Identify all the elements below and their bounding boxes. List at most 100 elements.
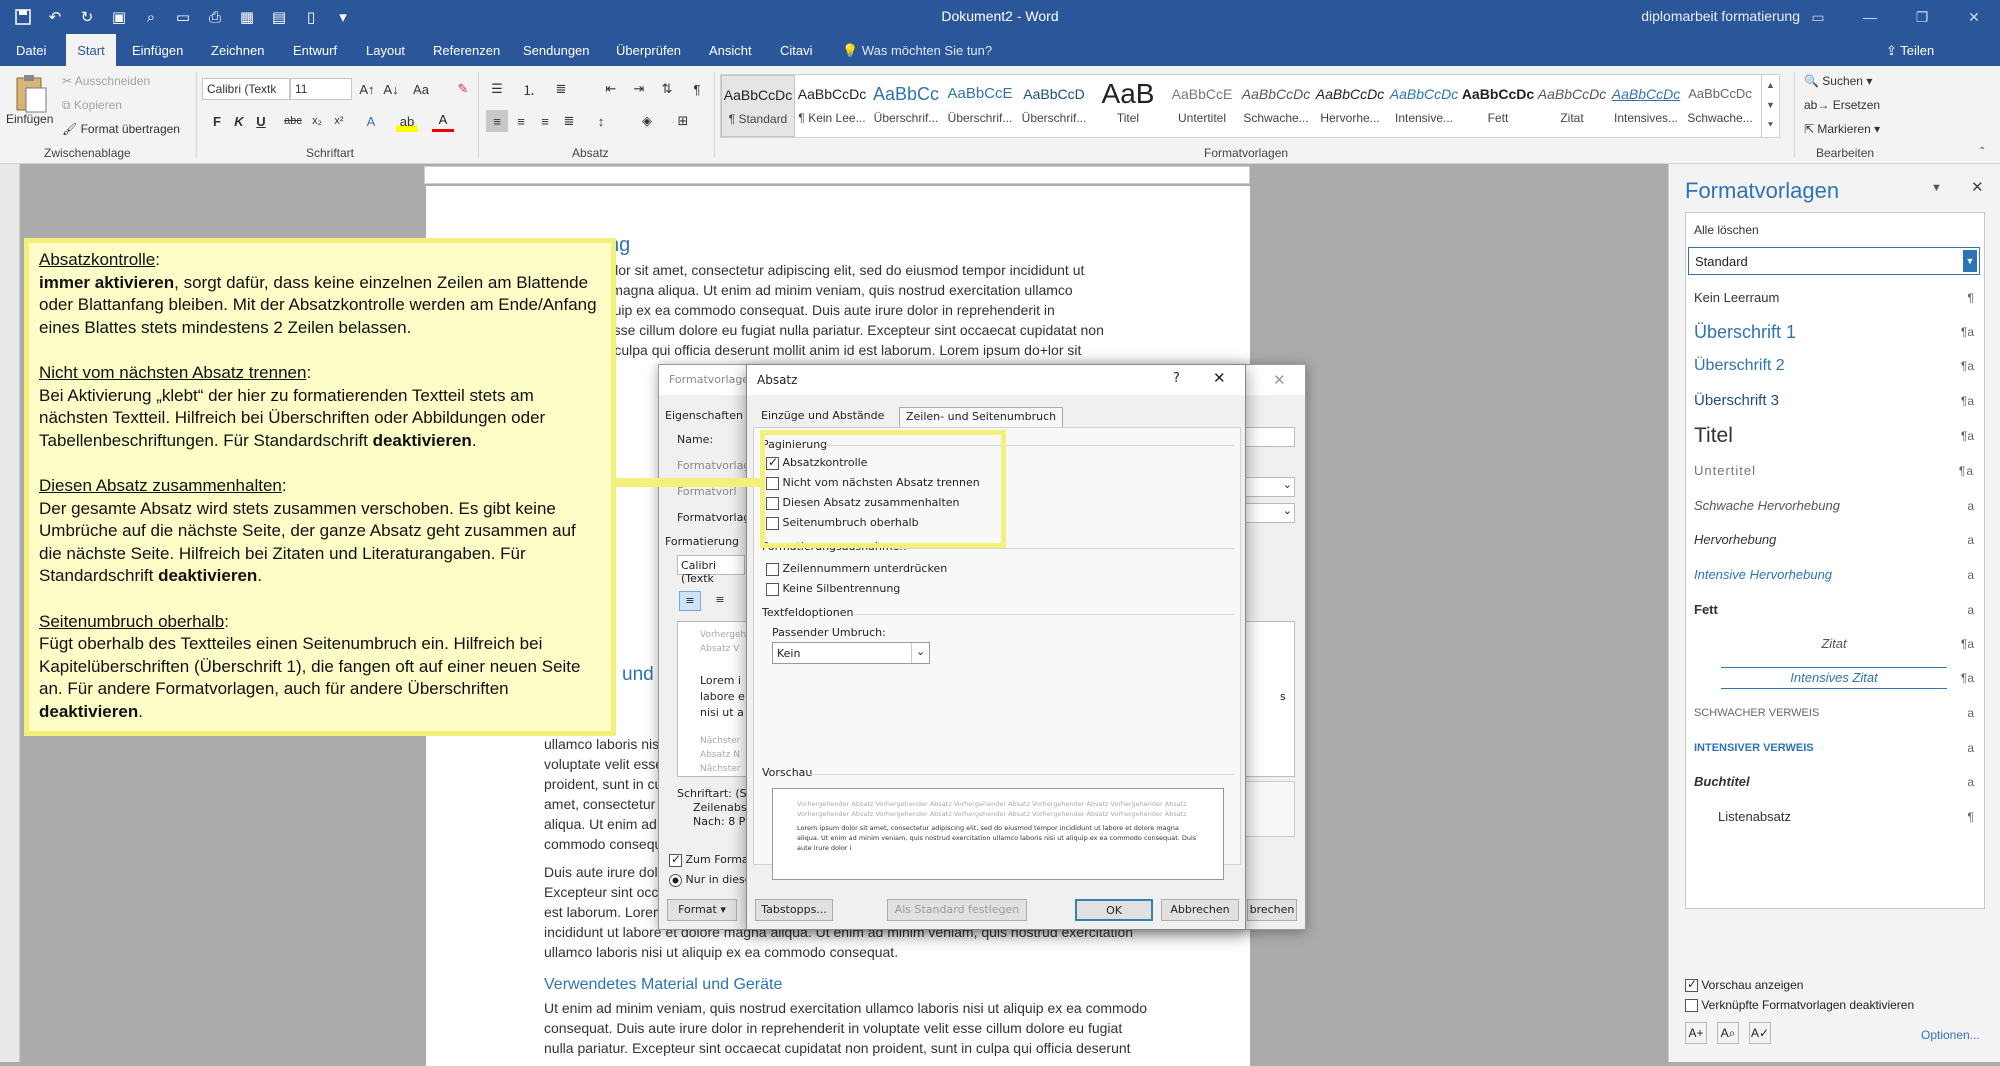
style-fett[interactable]: AaBbCcDc Fett <box>1461 75 1535 137</box>
style-ueberschrift-3[interactable]: AaBbCcD Überschrif... <box>1017 75 1091 137</box>
style-item-titel[interactable]: Titel ¶a <box>1694 423 1974 449</box>
text-effects-icon[interactable]: A <box>360 110 382 132</box>
select-button[interactable]: ⇱ Markieren ▾ <box>1804 122 1880 136</box>
pane-options-icon[interactable]: ▼ <box>1931 182 1942 194</box>
ribbon-display-icon[interactable]: ▭ <box>1792 0 1844 34</box>
set-default-button[interactable]: Als Standard festlegen <box>887 899 1027 921</box>
style-untertitel[interactable]: AaBbCcE Untertitel <box>1165 75 1239 137</box>
copy-button[interactable]: ⧉ Kopieren <box>62 98 122 113</box>
style-ueberschrift-2[interactable]: AaBbCcE Überschrif... <box>943 75 1017 137</box>
suppress-line-numbers-checkbox[interactable]: Zeilennummern unterdrücken <box>766 562 947 576</box>
align-center-icon[interactable]: ≡ <box>510 110 532 132</box>
clear-all-item[interactable]: Alle löschen <box>1694 217 1974 243</box>
align-left-icon[interactable]: ≡ <box>679 591 701 611</box>
align-right-icon[interactable]: ≡ <box>534 110 556 132</box>
add-to-gallery-checkbox[interactable]: Zum Format <box>669 852 753 867</box>
underline-icon[interactable]: U <box>250 110 272 132</box>
wrap-select[interactable]: Kein ⌄ <box>772 642 930 664</box>
cancel-button[interactable]: Abbrechen <box>1161 899 1239 921</box>
tab-datei[interactable]: Datei <box>16 34 46 66</box>
maximize-icon[interactable]: ❐ <box>1896 0 1948 34</box>
borders-icon[interactable]: ⊞ <box>672 110 694 132</box>
pilcrow-icon[interactable]: ¶ <box>686 78 708 100</box>
next-style-select[interactable]: ⌄ <box>1239 503 1295 523</box>
paste-icon[interactable] <box>12 74 52 114</box>
style-schwacher-verweis[interactable]: AaBbCcDc Schwache... <box>1683 75 1757 137</box>
close-icon[interactable]: ✕ <box>1948 0 2000 34</box>
bullets-icon[interactable]: ☰ <box>486 78 508 100</box>
font-size-combo[interactable]: 11 <box>290 78 352 100</box>
new-style-icon[interactable]: A+ <box>1685 1022 1707 1044</box>
align-left-icon[interactable]: ≡ <box>486 110 508 132</box>
no-hyphenation-checkbox[interactable]: Keine Silbentrennung <box>766 582 900 596</box>
show-preview-checkbox[interactable]: Vorschau anzeigen <box>1685 977 1803 993</box>
multilevel-list-icon[interactable]: ≣ <box>550 78 572 100</box>
help-icon[interactable]: ? <box>1173 371 1180 386</box>
share-button[interactable]: ⇪ Teilen <box>1886 34 1934 66</box>
strikethrough-icon[interactable]: abc <box>282 110 304 132</box>
style-zitat[interactable]: AaBbCcDc Zitat <box>1535 75 1609 137</box>
increase-indent-icon[interactable]: ⇥ <box>628 78 650 100</box>
tab-ansicht[interactable]: Ansicht <box>709 34 752 66</box>
style-item-intensiver-verweis[interactable]: Intensiver Verweis a <box>1694 735 1974 761</box>
align-center-icon[interactable]: ≡ <box>709 591 731 611</box>
line-spacing-icon[interactable]: ↕ <box>590 110 612 132</box>
bold-icon[interactable]: F <box>206 110 228 132</box>
justify-icon[interactable]: ≣ <box>558 110 580 132</box>
italic-icon[interactable]: K <box>228 110 250 132</box>
tab-layout[interactable]: Layout <box>366 34 405 66</box>
gallery-scroll[interactable]: ▲ ▼ ⯆ <box>1761 75 1779 137</box>
format-menu-button[interactable]: Format ▾ <box>667 899 737 921</box>
numbering-icon[interactable]: ⒈ <box>518 78 540 100</box>
font-name-combo[interactable]: Calibri (Textk <box>202 78 290 100</box>
format-painter-button[interactable]: 🖌 Format übertragen <box>62 122 180 136</box>
style-item-hervorhebung[interactable]: Hervorhebung a <box>1694 527 1974 553</box>
style-item-intensives-zitat[interactable]: Intensives Zitat ¶a <box>1694 665 1974 691</box>
superscript-icon[interactable]: x² <box>328 110 350 132</box>
tabstops-button[interactable]: Tabstopps... <box>755 899 833 921</box>
close-icon[interactable]: ✕ <box>1971 178 1984 196</box>
style-item-buchtitel[interactable]: Buchtitel a <box>1694 769 1974 795</box>
style-item-kein-leerraum[interactable]: Kein Leerraum ¶ <box>1694 285 1974 311</box>
find-button[interactable]: 🔍 Suchen ▾ <box>1804 74 1872 88</box>
font-select[interactable]: Calibri (Textk <box>677 555 745 585</box>
ok-button[interactable]: OK <box>1075 899 1153 921</box>
sort-icon[interactable]: ⇅ <box>656 78 678 100</box>
horizontal-ruler[interactable] <box>424 166 1250 184</box>
style-inspector-icon[interactable]: A⌕ <box>1717 1022 1739 1044</box>
tab-indents-spacing[interactable]: Einzüge und Abstände <box>755 407 890 427</box>
style-intensive-hervorhebung[interactable]: AaBbCcDc Intensive... <box>1387 75 1461 137</box>
cut-button[interactable]: ✂ Ausschneiden <box>62 74 150 88</box>
style-item-untertitel[interactable]: Untertitel ¶a <box>1694 458 1974 484</box>
tab-start[interactable]: Start <box>66 34 116 66</box>
tab-einfuegen[interactable]: Einfügen <box>132 34 183 66</box>
tab-zeichnen[interactable]: Zeichnen <box>211 34 264 66</box>
style-item-ueberschrift-1[interactable]: Überschrift 1 ¶a <box>1694 319 1974 345</box>
disable-linked-styles-checkbox[interactable]: Verknüpfte Formatvorlagen deaktivieren <box>1685 998 1914 1013</box>
style-item-schwacher-verweis[interactable]: Schwacher Verweis a <box>1694 700 1974 726</box>
tab-sendungen[interactable]: Sendungen <box>523 34 590 66</box>
tell-me-search[interactable]: 💡 Was möchten Sie tun? <box>842 34 992 66</box>
style-item-listenabsatz[interactable]: Listenabsatz ¶ <box>1694 804 1974 830</box>
replace-button[interactable]: ab→ Ersetzen <box>1804 98 1880 112</box>
style-ueberschrift-1[interactable]: AaBbCc Überschrif... <box>869 75 943 137</box>
style-item-ueberschrift-3[interactable]: Überschrift 3 ¶a <box>1694 388 1974 414</box>
clear-formatting-icon[interactable]: ✎ <box>452 78 474 100</box>
close-icon[interactable]: ✕ <box>1213 369 1226 387</box>
subscript-icon[interactable]: x₂ <box>306 110 328 132</box>
style-kein-leerraum[interactable]: AaBbCcDc ¶ Kein Lee... <box>795 75 869 137</box>
collapse-ribbon-icon[interactable]: ⌃ <box>1978 146 1986 157</box>
style-hervorhebung[interactable]: AaBbCcDc Hervorhe... <box>1313 75 1387 137</box>
chevron-down-icon[interactable]: ▼ <box>1963 250 1977 272</box>
style-item-zitat[interactable]: Zitat ¶a <box>1694 631 1974 657</box>
style-item-schwache-hervorhebung[interactable]: Schwache Hervorhebung a <box>1694 493 1974 519</box>
cancel-button[interactable]: brechen <box>1247 899 1297 921</box>
style-item-standard[interactable]: Standard ▼ <box>1688 247 1980 275</box>
shading-icon[interactable]: ◈ <box>636 110 658 132</box>
tab-ueberpruefen[interactable]: Überprüfen <box>616 34 681 66</box>
only-this-document-radio[interactable]: Nur in diese <box>669 873 752 887</box>
style-schwache-hervorhebung[interactable]: AaBbCcDc Schwache... <box>1239 75 1313 137</box>
grow-font-icon[interactable]: A↑ <box>356 78 378 100</box>
manage-styles-icon[interactable]: A✓ <box>1749 1022 1771 1044</box>
style-item-ueberschrift-2[interactable]: Überschrift 2 ¶a <box>1694 353 1974 379</box>
